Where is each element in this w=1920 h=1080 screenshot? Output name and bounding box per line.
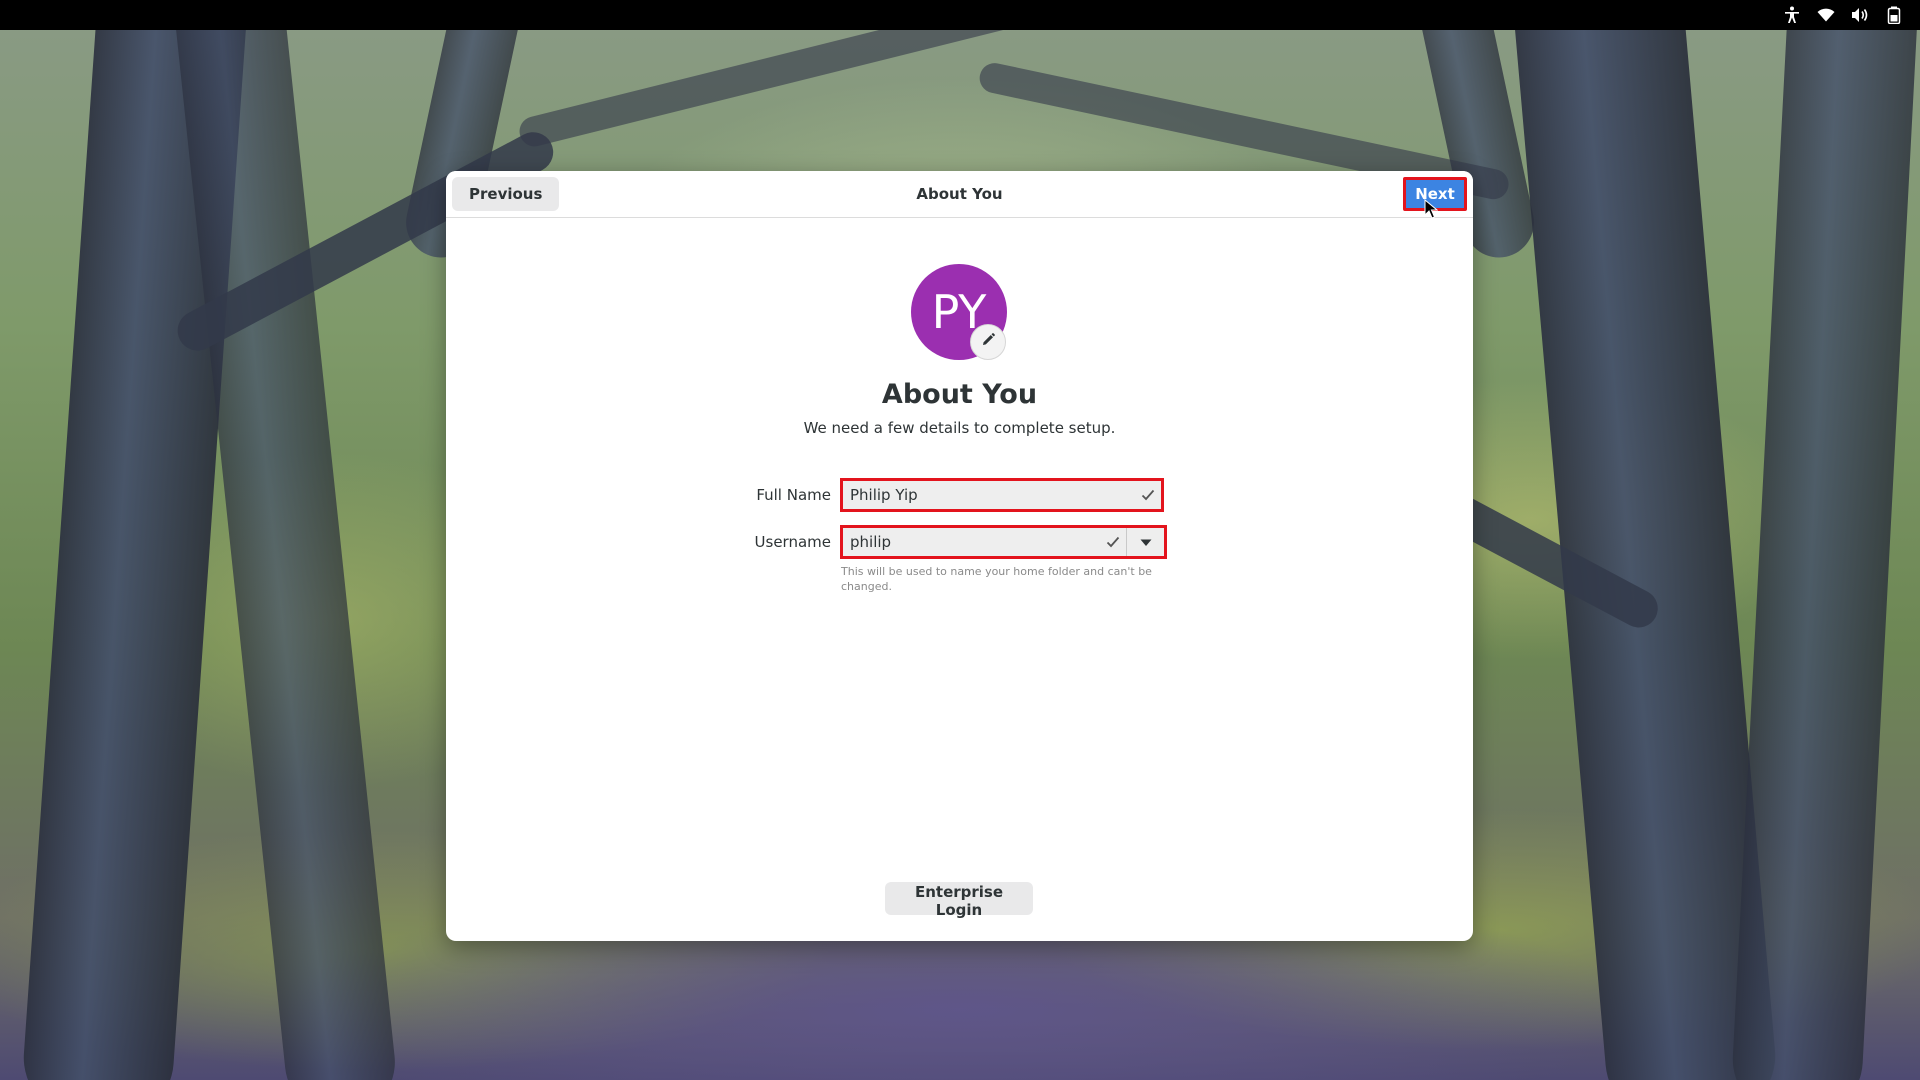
top-bar	[0, 0, 1920, 30]
avatar-edit-button[interactable]	[970, 324, 1006, 360]
desktop: Previous About You Next PY About You We …	[0, 0, 1920, 1080]
check-icon	[1100, 528, 1126, 556]
enterprise-login-button[interactable]: Enterprise Login	[885, 882, 1033, 919]
page-subtitle: We need a few details to complete setup.	[803, 419, 1116, 437]
mouse-cursor-icon	[1424, 199, 1438, 219]
username-label: Username	[754, 533, 831, 551]
username-dropdown-button[interactable]	[1126, 528, 1164, 556]
dialog-title: About You	[916, 185, 1003, 203]
check-icon	[1135, 481, 1161, 509]
battery-icon[interactable]	[1884, 5, 1904, 25]
username-combo[interactable]	[840, 525, 1167, 559]
full-name-label: Full Name	[756, 486, 831, 504]
full-name-input[interactable]	[843, 481, 1135, 509]
chevron-down-icon	[1140, 535, 1152, 550]
pencil-icon	[980, 332, 996, 352]
wifi-icon[interactable]	[1816, 5, 1836, 25]
page-heading: About You	[881, 379, 1038, 410]
header-bar: Previous About You Next	[446, 171, 1473, 219]
accessibility-icon[interactable]	[1782, 5, 1802, 25]
volume-icon[interactable]	[1850, 5, 1870, 25]
full-name-field[interactable]	[840, 478, 1164, 512]
previous-button[interactable]: Previous	[452, 177, 560, 211]
username-hint: This will be used to name your home fold…	[841, 565, 1152, 593]
setup-dialog: Previous About You Next PY About You We …	[446, 171, 1473, 941]
username-input[interactable]	[843, 528, 1100, 556]
